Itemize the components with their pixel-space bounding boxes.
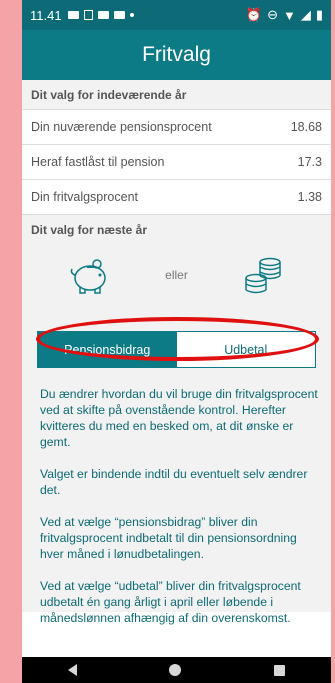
back-icon[interactable] <box>68 664 78 676</box>
row-value: 18.68 <box>290 120 322 134</box>
more-notifications-icon <box>129 13 134 17</box>
pension-percent-row: Din nuværende pensionsprocent 18.68 <box>22 110 331 145</box>
or-label: eller <box>165 268 188 282</box>
page-title: Fritvalg <box>142 43 211 66</box>
notification-icon <box>83 10 93 20</box>
payout-option[interactable]: Udbetal <box>176 332 315 367</box>
info-paragraph: Ved at vælge “pensionsbidrag” bliver din… <box>40 515 297 561</box>
phone-screen: 11.41 ⏰ ⊖ ▼ ◢ ▮ Fritvalg Dit valg for in… <box>22 0 331 683</box>
home-icon[interactable] <box>169 664 182 676</box>
info-paragraph: Du ændrer hvordan du vil bruge din fritv… <box>40 387 318 449</box>
piggy-bank-icon <box>70 259 106 294</box>
image-icon <box>113 11 125 19</box>
row-label: Heraf fastlåst til pension <box>31 155 165 169</box>
battery-icon: ▮ <box>315 7 323 22</box>
alarm-icon: ⏰ <box>245 7 263 22</box>
dnd-icon: ⊖ <box>267 7 278 22</box>
wifi-icon: ▼ <box>282 7 296 23</box>
free-choice-percent-row: Din fritvalgsprocent 1.38 <box>22 180 331 215</box>
row-value: 1.38 <box>297 190 322 204</box>
app-bar: Fritvalg <box>22 30 331 80</box>
signal-icon: ◢ <box>300 7 311 22</box>
status-bar: 11.41 ⏰ ⊖ ▼ ◢ ▮ <box>22 0 331 30</box>
navigation-bar <box>22 657 331 683</box>
next-year-header: Dit valg for næste år <box>31 223 148 237</box>
mail-icon <box>97 11 109 19</box>
recent-apps-icon[interactable] <box>273 664 285 676</box>
youtube-icon <box>67 11 79 19</box>
info-paragraph: Ved at vælge “udbetal” bliver din fritva… <box>40 579 301 625</box>
choice-toggle[interactable]: Pensionsbidrag Udbetal <box>37 331 316 368</box>
choice-illustration: eller <box>22 245 331 305</box>
info-paragraph: Valget er bindende indtil du eventuelt s… <box>40 467 308 497</box>
pension-contribution-option[interactable]: Pensionsbidrag <box>38 332 177 367</box>
row-value: 17.3 <box>297 155 322 169</box>
row-label: Din fritvalgsprocent <box>31 190 138 204</box>
coins-icon <box>245 257 281 294</box>
next-year-section: Dit valg for næste år eller Pensionsbidr… <box>22 215 331 625</box>
locked-pension-row: Heraf fastlåst til pension 17.3 <box>22 145 331 180</box>
row-label: Din nuværende pensionsprocent <box>31 120 212 134</box>
status-time: 11.41 <box>30 7 62 23</box>
current-year-header: Dit valg for indeværende år <box>22 80 331 110</box>
